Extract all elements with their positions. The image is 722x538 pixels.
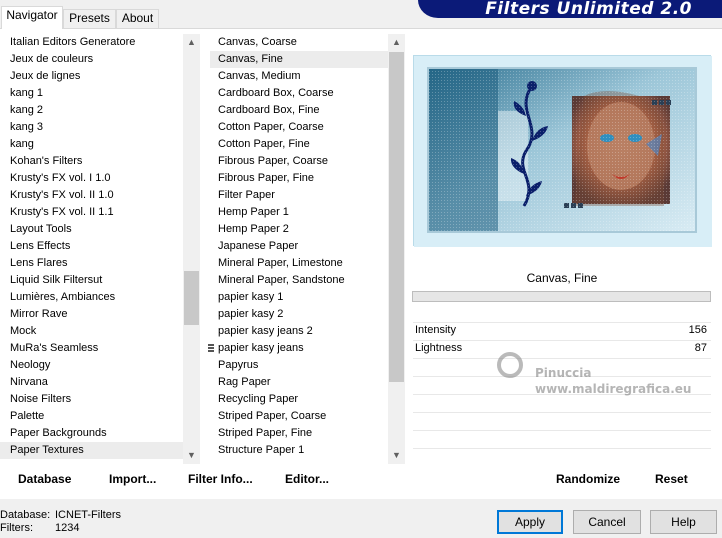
category-list-item[interactable]: Lens Flares [0,255,183,272]
tab-presets[interactable]: Presets [63,9,116,28]
filter-list-item[interactable]: Cardboard Box, Coarse [210,85,388,102]
category-list[interactable]: Italian Editors Generatore Jeux de couleu… [0,34,183,464]
filter-list-item[interactable]: Cardboard Box, Fine [210,102,388,119]
category-list-item[interactable]: Paper Textures [0,442,183,459]
filter-list-item[interactable]: Fibrous Paper, Fine [210,170,388,187]
category-list-item[interactable]: Jeux de couleurs [0,51,183,68]
preview-artwork-icon [414,56,712,247]
filter-list-item[interactable]: Striped Paper, Fine [210,425,388,442]
filter-list[interactable]: Canvas, Coarse Canvas, Fine Canvas, Medium… [210,34,388,464]
category-list-item[interactable]: Kohan's Filters [0,153,183,170]
filter-list-item[interactable]: Rag Paper [210,374,388,391]
category-list-item[interactable]: Liquid Silk Filtersut [0,272,183,289]
filter-list-item[interactable]: Cotton Paper, Coarse [210,119,388,136]
watermark-url: www.maldiregrafica.eu [535,382,692,396]
tab-strip: Navigator Presets About [0,0,420,29]
filters-status-label: Filters: [0,522,33,534]
status-area: Database: ICNET-Filters Filters: 1234 [0,509,121,535]
filter-list-item[interactable]: Fibrous Paper, Coarse [210,153,388,170]
filter-list-item[interactable]: Filter Paper [210,187,388,204]
param-lightness[interactable]: Lightness 87 [413,340,711,357]
cancel-button[interactable]: Cancel [573,510,641,534]
scroll-thumb[interactable] [389,52,404,382]
database-button[interactable]: Database [18,472,71,490]
category-list-item[interactable]: kang 1 [0,85,183,102]
param-label: Lightness [415,342,463,354]
preview-image [413,55,712,247]
divider [413,412,711,413]
banner-title: Filters Unlimited 2.0 [485,0,692,19]
category-list-item[interactable]: Krusty's FX vol. I 1.0 [0,170,183,187]
category-list-item[interactable]: Lens Effects [0,238,183,255]
filter-list-item[interactable]: Canvas, Coarse [210,34,388,51]
filter-info-button[interactable]: Filter Info... [188,472,253,490]
watermark-name: Pinuccia [535,366,592,380]
filter-list-item[interactable]: papier kasy jeans [210,340,388,357]
category-list-item[interactable]: Krusty's FX vol. II 1.0 [0,187,183,204]
filter-list-item[interactable]: Mineral Paper, Limestone [210,255,388,272]
filter-list-item[interactable]: Japanese Paper [210,238,388,255]
reset-button[interactable]: Reset [655,472,688,490]
preview-slider[interactable] [412,291,711,302]
apply-button[interactable]: Apply [497,510,563,534]
category-list-item[interactable]: Paper Backgrounds [0,425,183,442]
divider [413,358,711,359]
category-list-item[interactable]: kang [0,136,183,153]
scroll-up-icon[interactable]: ▲ [183,34,200,51]
filter-scrollbar[interactable]: ▲ ▼ [388,34,405,464]
param-value: 87 [694,342,707,354]
param-value: 156 [688,324,707,336]
category-scrollbar[interactable]: ▲ ▼ [183,34,200,464]
category-list-item[interactable]: MuRa's Seamless [0,340,183,357]
filter-list-item[interactable]: Recycling Paper [210,391,388,408]
category-list-item[interactable]: Mirror Rave [0,306,183,323]
filter-list-item[interactable]: Canvas, Medium [210,68,388,85]
filter-list-item[interactable]: Mineral Paper, Sandstone [210,272,388,289]
tab-navigator[interactable]: Navigator [1,6,63,29]
filters-status-value: 1234 [55,522,80,534]
param-intensity[interactable]: Intensity 156 [413,322,711,339]
scroll-up-icon[interactable]: ▲ [388,34,405,51]
tab-divider [0,28,722,29]
category-list-item[interactable]: Layout Tools [0,221,183,238]
category-list-item[interactable]: Krusty's FX vol. II 1.1 [0,204,183,221]
randomize-button[interactable]: Randomize [556,472,620,490]
database-status-label: Database: [0,509,51,521]
filter-list-item[interactable]: Cotton Paper, Fine [210,136,388,153]
category-list-item[interactable]: Italian Editors Generatore [0,34,183,51]
category-list-item[interactable]: Palette [0,408,183,425]
category-list-item[interactable]: kang 3 [0,119,183,136]
scroll-thumb[interactable] [184,271,199,325]
filter-list-item[interactable]: Papyrus [210,357,388,374]
category-list-item[interactable]: Lumières, Ambiances [0,289,183,306]
filter-list-item[interactable]: Striped Paper, Coarse [210,408,388,425]
database-status-value: ICNET-Filters [55,509,121,521]
divider [413,448,711,449]
filter-list-item[interactable]: papier kasy 2 [210,306,388,323]
filter-name-label: Canvas, Fine [526,271,598,285]
category-list-item[interactable]: Neology [0,357,183,374]
param-label: Intensity [415,324,456,336]
filter-list-item[interactable]: Hemp Paper 2 [210,221,388,238]
scroll-down-icon[interactable]: ▼ [388,447,405,464]
filter-list-item[interactable]: Hemp Paper 1 [210,204,388,221]
help-button[interactable]: Help [650,510,717,534]
category-list-item[interactable]: kang 2 [0,102,183,119]
title-banner: Filters Unlimited 2.0 [418,0,722,19]
import-button[interactable]: Import... [109,472,156,490]
filter-list-item[interactable]: Structure Paper 1 [210,442,388,459]
filter-list-item[interactable]: papier kasy 1 [210,289,388,306]
drag-handle-icon[interactable] [208,343,214,355]
filter-list-item[interactable]: Canvas, Fine [210,51,388,68]
divider [413,430,711,431]
tab-about[interactable]: About [116,9,159,28]
filter-list-item[interactable]: papier kasy jeans 2 [210,323,388,340]
category-list-item[interactable]: Nirvana [0,374,183,391]
scroll-down-icon[interactable]: ▼ [183,447,200,464]
editor-button[interactable]: Editor... [285,472,329,490]
category-list-item[interactable]: Mock [0,323,183,340]
watermark-logo-icon [495,350,525,380]
category-list-item[interactable]: Jeux de lignes [0,68,183,85]
category-list-item[interactable]: Noise Filters [0,391,183,408]
